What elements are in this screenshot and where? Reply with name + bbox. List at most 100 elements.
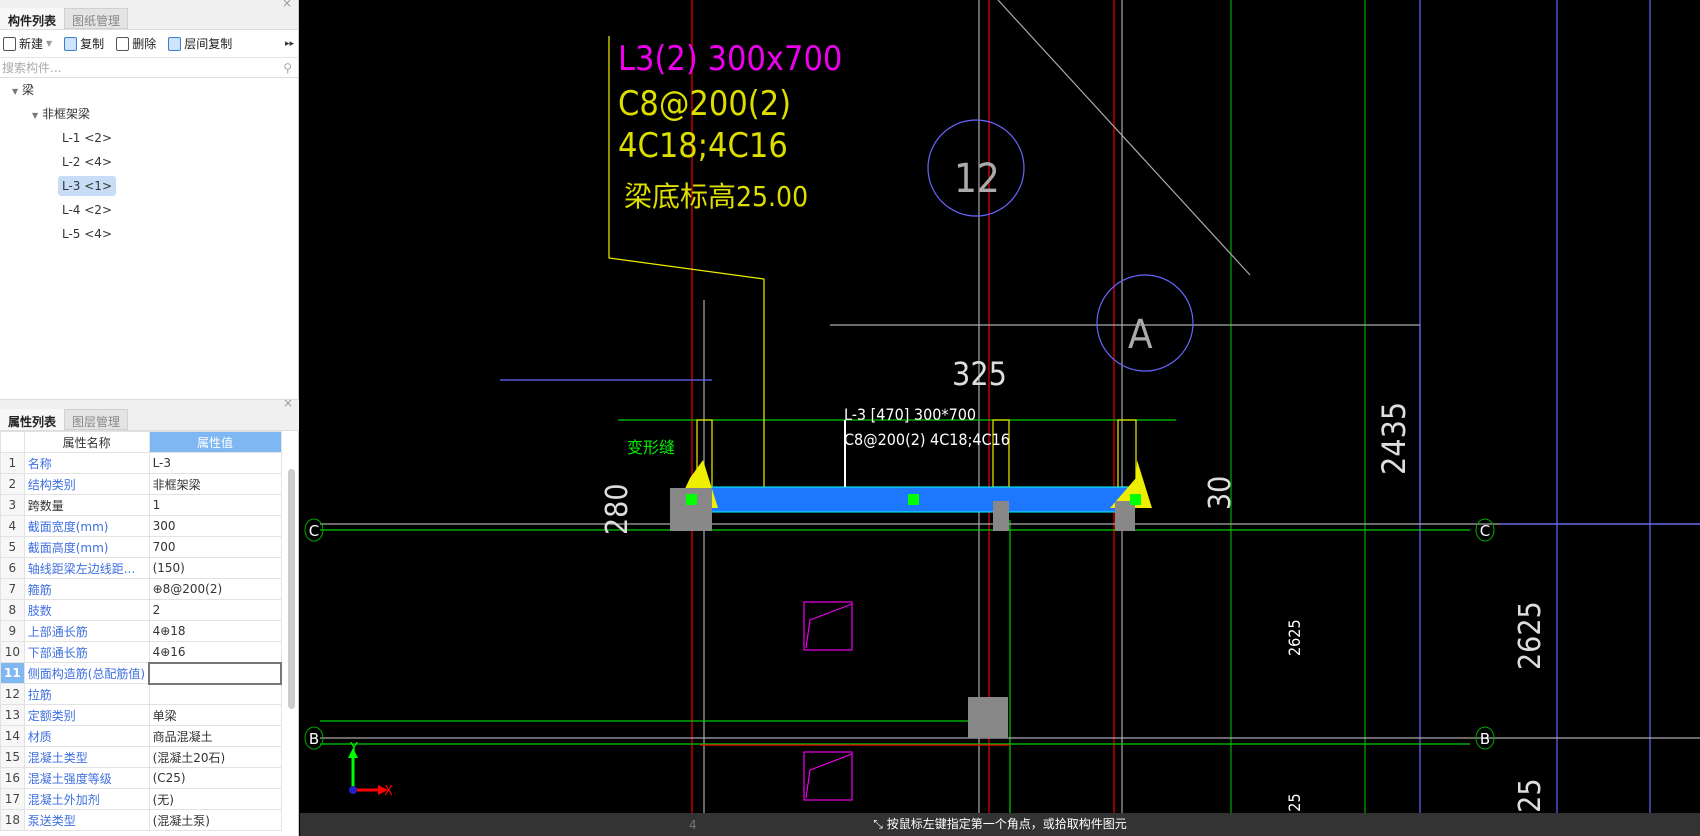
property-name: 侧面构造筋(总配筋值)	[23, 662, 150, 684]
column	[968, 697, 1008, 738]
axis-label-4: 4	[689, 818, 697, 832]
caret-down-icon[interactable]: ▼	[12, 87, 18, 96]
tree-node-beam[interactable]: ▼ 梁	[0, 78, 298, 102]
search-icon[interactable]: ⚲	[283, 61, 292, 75]
dimension-text: 30	[1203, 476, 1238, 510]
property-row[interactable]: 17 混凝土外加剂 (无)	[0, 788, 282, 810]
row-number: 6	[0, 557, 25, 579]
property-row[interactable]: 3 跨数量 1	[0, 494, 282, 516]
property-value[interactable]: 非框架梁	[148, 473, 282, 495]
property-name: 肢数	[23, 599, 150, 621]
property-value[interactable]: (混凝土20石)	[148, 746, 282, 768]
floor-copy-label: 层间复制	[184, 37, 233, 51]
tree-node-group[interactable]: ▼ 非框架梁	[0, 102, 298, 126]
more-icon[interactable]: ▸▸	[285, 39, 294, 49]
tree-item[interactable]: L-2 <4>	[0, 150, 298, 174]
tab-component-list[interactable]: 构件列表	[0, 8, 65, 29]
tree-item-label: L-5 <4>	[62, 227, 112, 241]
property-name: 轴线距梁左边线距...	[23, 557, 150, 579]
property-table: 属性名称 属性值 1 名称 L-3 2 结构类别 非框架梁 3 跨数量 1 4 截面宽度(mm) 300…	[0, 431, 282, 831]
tree-item-selected[interactable]: L-3 <1>	[0, 174, 298, 198]
grip-point[interactable]	[686, 494, 697, 505]
grip-point[interactable]	[1130, 494, 1141, 505]
property-value[interactable]: 商品混凝土	[148, 725, 282, 747]
property-value[interactable]: ⊕8@200(2)	[148, 578, 282, 600]
property-value[interactable]: 4⊕16	[148, 641, 282, 663]
property-row[interactable]: 15 混凝土类型 (混凝土20石)	[0, 746, 282, 768]
property-value[interactable]: (C25)	[148, 767, 282, 789]
property-row[interactable]: 2 结构类别 非框架梁	[0, 473, 282, 495]
chevron-down-icon[interactable]: ▼	[46, 39, 52, 48]
close-icon[interactable]: ×	[282, 0, 292, 10]
delete-button[interactable]: 删除	[116, 35, 156, 52]
property-row[interactable]: 8 肢数 2	[0, 599, 282, 621]
property-row[interactable]: 10 下部通长筋 4⊕16	[0, 641, 282, 663]
dimension-text: 2625	[1513, 601, 1548, 670]
property-value[interactable]	[148, 661, 282, 685]
tree-item[interactable]: L-4 <2>	[0, 198, 298, 222]
property-value[interactable]	[148, 683, 282, 705]
delete-label: 删除	[132, 37, 157, 51]
property-row[interactable]: 1 名称 L-3	[0, 452, 282, 474]
search-input[interactable]: 搜索构件... ⚲	[0, 58, 298, 78]
property-value[interactable]: (无)	[148, 788, 282, 810]
property-row[interactable]: 11 侧面构造筋(总配筋值)	[0, 661, 282, 685]
property-value[interactable]: L-3	[148, 452, 282, 474]
drawing-canvas[interactable]: L3(2) 300x700 C8@200(2) 4C18;4C16 梁底标高25…	[300, 0, 1700, 836]
property-value[interactable]: 1	[148, 494, 282, 516]
property-value[interactable]: 单梁	[148, 704, 282, 726]
tree-item[interactable]: L-5 <4>	[0, 222, 298, 246]
tree-label: 非框架梁	[41, 107, 90, 121]
property-value[interactable]: 300	[148, 515, 282, 537]
property-name: 拉筋	[23, 683, 150, 705]
row-number: 13	[0, 704, 25, 726]
property-name: 结构类别	[23, 473, 150, 495]
property-row[interactable]: 12 拉筋	[0, 683, 282, 705]
property-row[interactable]: 14 材质 商品混凝土	[0, 725, 282, 747]
tree-item-label: L-1 <2>	[62, 131, 112, 145]
tab-property-list[interactable]: 属性列表	[0, 409, 65, 430]
property-row[interactable]: 5 截面高度(mm) 700	[0, 536, 282, 558]
dimension-text: 325	[952, 355, 1007, 393]
scrollbar[interactable]	[288, 469, 295, 709]
property-row[interactable]: 7 箍筋 ⊕8@200(2)	[0, 578, 282, 600]
ucs-y-label: Y	[349, 741, 358, 756]
property-name: 定额类别	[23, 704, 150, 726]
beam-annotation: C8@200(2)	[618, 84, 791, 124]
property-value[interactable]: 4⊕18	[148, 620, 282, 642]
new-button[interactable]: 新建 ▼	[3, 35, 52, 52]
property-tabs: 属性列表 图层管理	[0, 409, 299, 431]
tab-drawing-manage[interactable]: 图纸管理	[64, 8, 129, 29]
property-name: 跨数量	[23, 494, 150, 516]
row-number: 12	[0, 683, 25, 705]
row-num-header	[0, 431, 25, 453]
property-row[interactable]: 13 定额类别 单梁	[0, 704, 282, 726]
bubble-label: 12	[954, 156, 1000, 202]
property-row[interactable]: 6 轴线距梁左边线距... (150)	[0, 557, 282, 579]
beam-annotation: 4C18;4C16	[618, 126, 788, 166]
caret-down-icon[interactable]: ▼	[32, 111, 38, 120]
status-prompt: 按鼠标左键指定第一个角点，或拾取构件图元	[886, 817, 1127, 831]
column	[1115, 501, 1135, 531]
status-bar: ⤡ 按鼠标左键指定第一个角点，或拾取构件图元	[300, 813, 1700, 836]
property-row[interactable]: 16 混凝土强度等级 (C25)	[0, 767, 282, 789]
property-value[interactable]: (混凝土泵)	[148, 809, 282, 831]
copy-button[interactable]: 复制	[64, 35, 104, 52]
property-value[interactable]: (150)	[148, 557, 282, 579]
property-name: 泵送类型	[23, 809, 150, 831]
close-icon[interactable]: ×	[283, 396, 293, 410]
beam-annotation: 梁底标高25.00	[624, 180, 808, 213]
property-row[interactable]: 9 上部通长筋 4⊕18	[0, 620, 282, 642]
dimension-text: 2435	[1375, 402, 1413, 475]
tab-layer-manage[interactable]: 图层管理	[64, 409, 129, 430]
grip-point[interactable]	[908, 494, 919, 505]
search-placeholder: 搜索构件...	[2, 61, 62, 75]
tree-item[interactable]: L-1 <2>	[0, 126, 298, 150]
property-row[interactable]: 18 泵送类型 (混凝土泵)	[0, 809, 282, 831]
property-row[interactable]: 4 截面宽度(mm) 300	[0, 515, 282, 537]
beam-L3[interactable]	[710, 486, 1135, 513]
property-value[interactable]: 2	[148, 599, 282, 621]
property-value[interactable]: 700	[148, 536, 282, 558]
dimension-text: 2625	[1285, 619, 1304, 656]
floor-copy-button[interactable]: 层间复制	[168, 35, 232, 52]
